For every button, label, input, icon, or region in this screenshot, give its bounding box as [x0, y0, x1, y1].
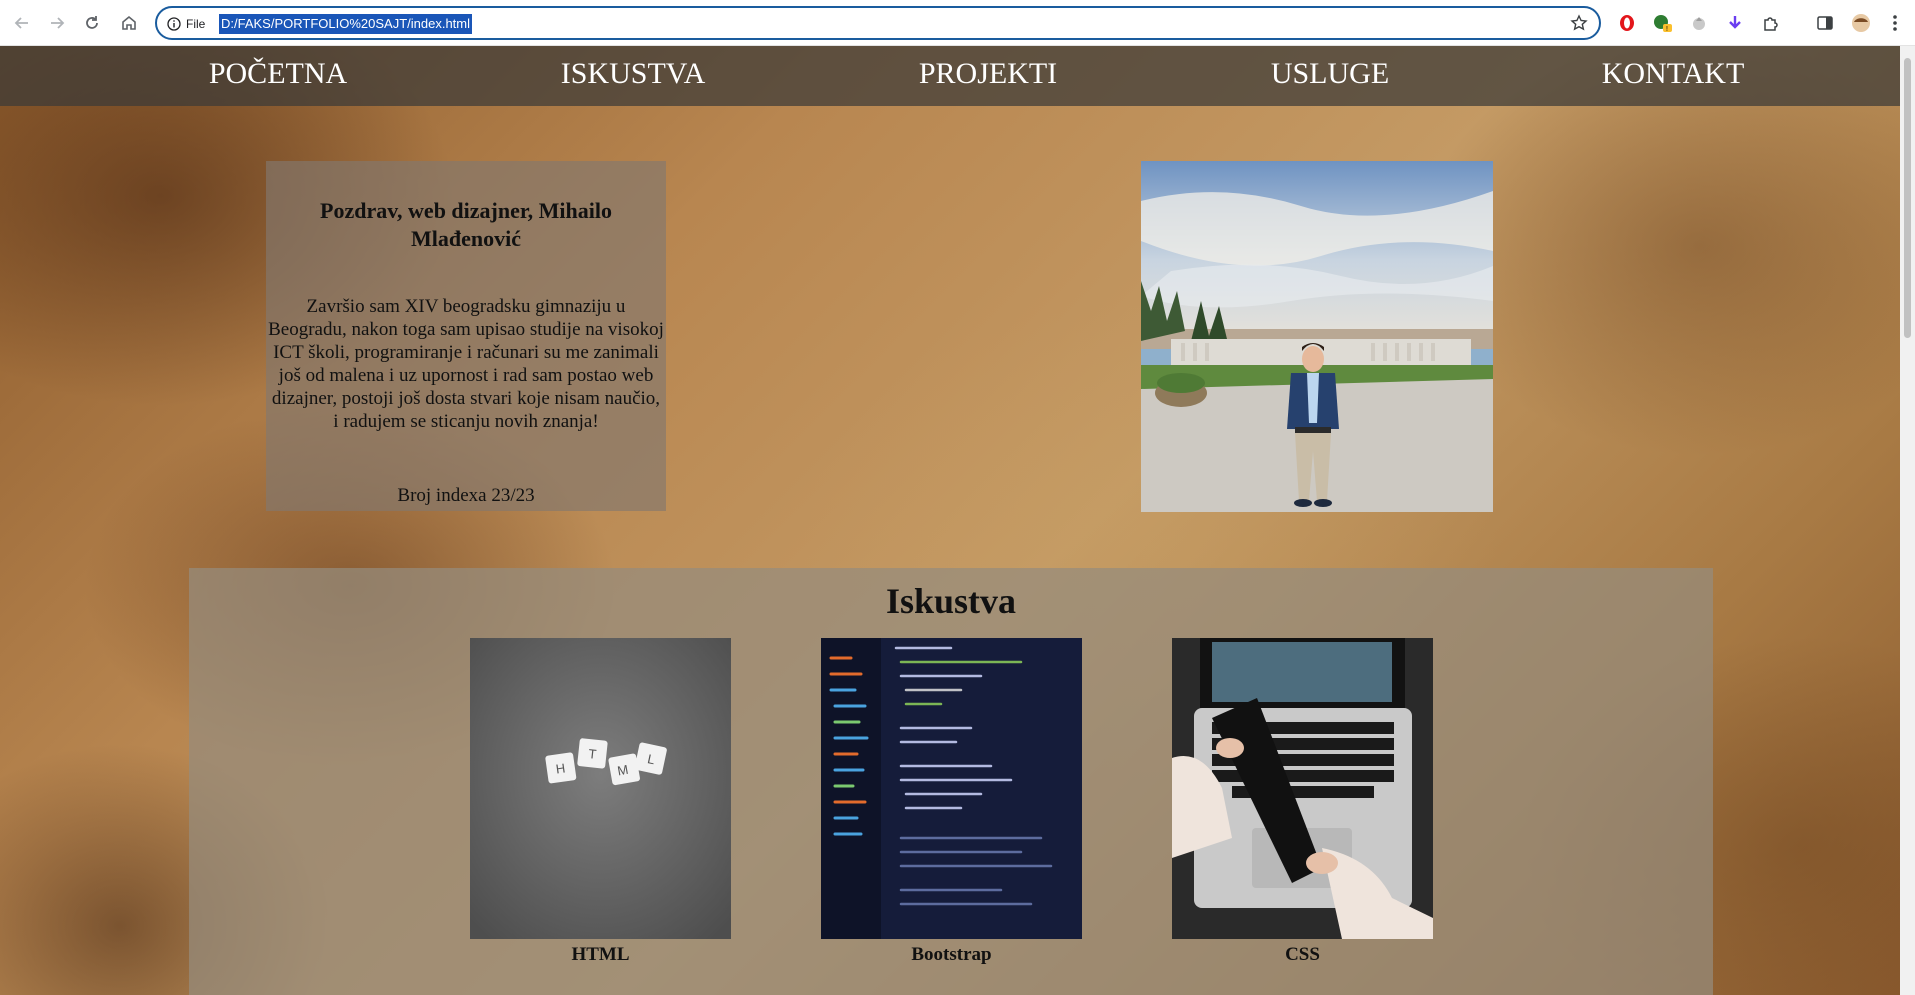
experience-section: Iskustva H T M L HTML Bootstrap CSS: [189, 568, 1713, 995]
html-tiles-image: H T M L: [470, 638, 731, 939]
url-text[interactable]: D:/FAKS/PORTFOLIO%20SAJT/index.html: [219, 14, 473, 34]
experience-title: Iskustva: [885, 581, 1017, 621]
site-info-label: File: [186, 17, 206, 31]
nav-item-projekti[interactable]: PROJEKTI: [919, 54, 1057, 94]
vertical-scrollbar[interactable]: [1900, 46, 1915, 995]
browser-toolbar: File D:/FAKS/PORTFOLIO%20SAJT/index.html…: [0, 0, 1915, 46]
opera-icon[interactable]: [1616, 12, 1638, 34]
sidebar-icon[interactable]: [1814, 12, 1836, 34]
experience-card-bootstrap[interactable]: Bootstrap: [821, 638, 1082, 966]
experience-card-label: CSS: [1285, 944, 1320, 965]
nav-item-iskustva[interactable]: ISKUSTVA: [561, 54, 705, 94]
nav-item-usluge[interactable]: USLUGE: [1271, 54, 1389, 94]
reload-icon[interactable]: [80, 11, 104, 35]
svg-text:T: T: [588, 746, 598, 762]
scrollbar-thumb[interactable]: [1904, 58, 1911, 338]
experience-card-css[interactable]: CSS: [1172, 638, 1433, 966]
nav-item-kontakt[interactable]: KONTAKT: [1602, 54, 1745, 94]
experience-card-label: HTML: [571, 944, 630, 965]
laptop-film-image: [1172, 638, 1433, 939]
index-number: Broj indexa 23/23: [397, 485, 535, 506]
intro-title: Pozdrav, web dizajner, Mihailo Mlađenovi…: [320, 198, 612, 251]
page-viewport: POČETNA ISKUSTVA PROJEKTI USLUGE KONTAKT…: [0, 46, 1900, 995]
puzzle-icon[interactable]: [1760, 12, 1782, 34]
experience-card-label: Bootstrap: [911, 944, 992, 965]
portrait-photo: [1141, 161, 1493, 512]
info-icon: [167, 17, 181, 31]
main-navigation: POČETNA ISKUSTVA PROJEKTI USLUGE KONTAKT: [0, 46, 1900, 106]
nav-item-pocetna[interactable]: POČETNA: [209, 54, 347, 94]
address-bar[interactable]: File D:/FAKS/PORTFOLIO%20SAJT/index.html: [155, 6, 1601, 40]
profile-icon[interactable]: [1850, 12, 1872, 34]
intro-text: Završio sam XIV beogradsku gimnaziju u B…: [268, 296, 664, 432]
svg-text:!: !: [1666, 26, 1668, 33]
intro-card: Pozdrav, web dizajner, Mihailo Mlađenovi…: [266, 161, 666, 511]
extension-badge-icon[interactable]: !: [1652, 12, 1674, 34]
star-icon[interactable]: [1569, 13, 1589, 33]
site-info-chip[interactable]: File: [167, 15, 205, 33]
extension-icon[interactable]: [1688, 12, 1710, 34]
menu-icon[interactable]: [1884, 12, 1906, 34]
back-icon[interactable]: [10, 11, 34, 35]
download-icon[interactable]: [1724, 12, 1746, 34]
experience-card-html[interactable]: H T M L HTML: [470, 638, 731, 966]
home-icon[interactable]: [117, 11, 141, 35]
forward-icon[interactable]: [45, 11, 69, 35]
code-screen-image: [821, 638, 1082, 939]
